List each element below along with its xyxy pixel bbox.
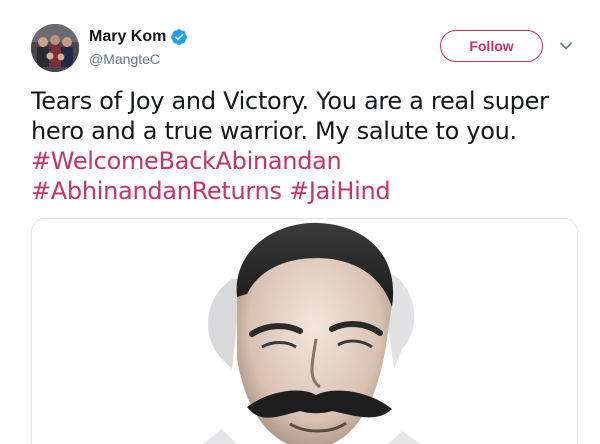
tweet-text: Tears of Joy and Victory. You are a real… xyxy=(31,86,576,206)
follow-button[interactable]: Follow xyxy=(440,30,543,62)
author-name-row: Mary Kom xyxy=(89,28,188,46)
tweet-card: Mary Kom @MangteC Follow Tears of Joy an… xyxy=(0,0,600,444)
avatar-image xyxy=(31,24,79,72)
chevron-down-icon[interactable] xyxy=(558,38,574,54)
avatar[interactable] xyxy=(31,24,79,72)
author-display-name[interactable]: Mary Kom xyxy=(89,28,166,46)
tweet-text-line-1: Tears of Joy and Victory. You are a real… xyxy=(31,87,549,115)
portrait-illustration xyxy=(32,219,577,444)
author-handle[interactable]: @MangteC xyxy=(89,51,160,67)
hashtag-link[interactable]: #AbhinandanReturns xyxy=(31,177,282,205)
tweet-media-image[interactable] xyxy=(31,218,578,444)
verified-badge-icon xyxy=(171,29,188,45)
hashtag-link[interactable]: #JaiHind xyxy=(289,177,391,205)
hashtag-link[interactable]: #WelcomeBackAbinandan xyxy=(31,147,342,175)
tweet-text-line-2: hero and a true warrior. My salute to yo… xyxy=(31,117,517,145)
